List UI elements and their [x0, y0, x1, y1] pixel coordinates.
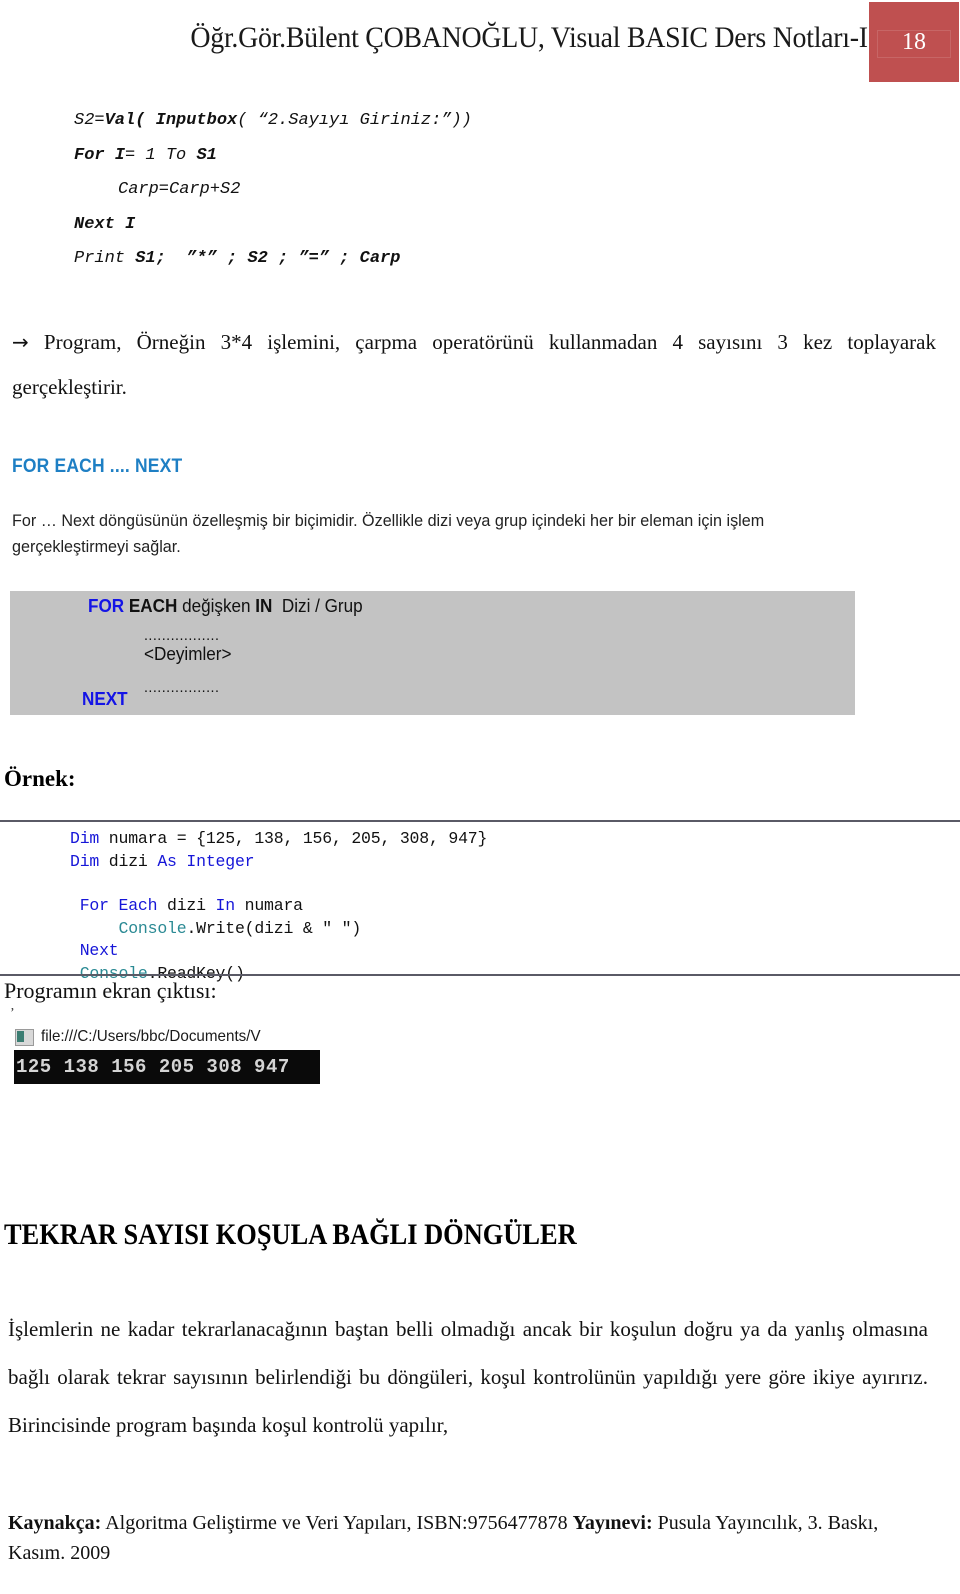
vb-l2-kw: Dim	[70, 851, 100, 871]
console-title-text: file:///C:/Users/bbc/Documents/V	[41, 1028, 261, 1045]
vb-l3-rest: numara	[234, 896, 303, 915]
basic-code-l5-m1	[166, 249, 186, 268]
right-arrow-icon: →	[12, 330, 29, 354]
vb-code-listing: Dim numara = {125, 138, 156, 205, 308, 9…	[70, 828, 487, 985]
basic-code-line-4: Next I	[74, 215, 135, 234]
basic-code-l1-rest: ( “2.Sayıyı Giriniz:”))	[237, 111, 472, 130]
syntax-kw-each: EACH	[128, 596, 178, 616]
syntax-line-header: FOR EACH değişken IN Dizi / Grup	[88, 596, 363, 617]
vb-l2-mid: dizi	[99, 851, 158, 871]
basic-code-l5-b1: S1;	[135, 249, 166, 268]
basic-code-line-3: Carp=Carp+S2	[74, 180, 240, 199]
vb-l1-kw: Dim	[70, 829, 100, 848]
syntax-variable: değişken	[177, 596, 256, 616]
footer-label-kaynakca: Kaynakça:	[8, 1512, 102, 1534]
arrow-paragraph: → Program, Örneğin 3*4 işlemini, çarpma …	[12, 320, 936, 410]
syntax-kw-in: IN	[255, 596, 273, 616]
syntax-line-next: NEXT	[82, 689, 128, 710]
syntax-dots-bottom: .................	[144, 679, 220, 696]
console-title-bar: file:///C:/Users/bbc/Documents/V	[14, 1024, 320, 1050]
vb-l5-kw: Next	[79, 941, 119, 960]
basic-code-l3-text: Carp=Carp+S2	[118, 180, 241, 199]
code-block-rule-top	[0, 820, 960, 822]
vb-code-line-2: Dim dizi As Integer	[70, 851, 255, 871]
basic-code-line-1: S2=Val( Inputbox( “2.Sayıyı Giriniz:”))	[74, 111, 472, 130]
vb-code-line-3: For Each dizi In numara	[70, 896, 303, 915]
console-output-area: 125 138 156 205 308 947	[14, 1050, 320, 1084]
page-header: Öğr.Gör.Bülent ÇOBANOĞLU, Visual BASIC D…	[0, 0, 960, 86]
syntax-dots-top: .................	[144, 627, 220, 644]
footer-source-text: Algoritma Geliştirme ve Veri Yapıları, I…	[101, 1512, 573, 1534]
footer-label-yayinevi: Yayınevi:	[572, 1512, 653, 1534]
vb-l3-mid: dizi	[157, 896, 216, 915]
ornek-heading: Örnek:	[4, 766, 76, 791]
basic-code-l2-mid: = 1 To	[125, 145, 197, 165]
for-each-description: For … Next döngüsünün özelleşmiş bir biç…	[12, 511, 765, 556]
console-window-icon	[15, 1028, 34, 1046]
basic-code-l1-bold: Val( Inputbox	[104, 111, 238, 130]
vb-l4-class: Console	[118, 918, 187, 938]
body-paragraph: İşlemlerin ne kadar tekrarlanacağının ba…	[8, 1317, 928, 1437]
vb-code-line-5: Next	[70, 941, 119, 960]
basic-code-line-2: For I= 1 To S1	[74, 146, 217, 165]
basic-code-l4-bold: Next I	[74, 214, 136, 234]
console-screenshot: file:///C:/Users/bbc/Documents/V 125 138…	[14, 1024, 320, 1084]
output-caption: Programın ekran çıktısı:	[4, 978, 217, 1003]
arrow-paragraph-text: Program, Örneğin 3*4 işlemini, çarpma op…	[12, 330, 936, 399]
vb-l1-rest: numara = {125, 138, 156, 205, 308, 947}	[99, 829, 488, 848]
basic-code-l1-plain: S2=	[74, 111, 105, 130]
syntax-statements: <Deyimler>	[144, 644, 232, 664]
page-number-text: 18	[902, 28, 926, 55]
basic-code-l5-b2: ”*” ;	[186, 249, 248, 268]
vb-l2-kw2: As Integer	[157, 851, 255, 871]
for-each-heading: FOR EACH .... NEXT	[12, 456, 183, 477]
syntax-kw-next: NEXT	[82, 689, 128, 709]
vb-l4-rest: .Write(dizi & " ")	[186, 918, 362, 938]
basic-code-l2-bold1: For I	[74, 145, 126, 165]
vb-code-line-1: Dim numara = {125, 138, 156, 205, 308, 9…	[70, 829, 487, 848]
code-block-rule-bottom	[0, 974, 960, 976]
page-number-badge: 18	[869, 2, 959, 82]
basic-code-listing: S2=Val( Inputbox( “2.Sayıyı Giriniz:”)) …	[74, 104, 674, 277]
syntax-collection: Dizi / Grup	[272, 596, 363, 616]
vb-l3-kw2: In	[215, 896, 236, 915]
vb-code-blank-line	[70, 873, 487, 895]
syntax-box: FOR EACH değişken IN Dizi / Grup .......…	[10, 591, 855, 715]
syntax-kw-for: FOR	[88, 596, 129, 616]
page-title: Öğr.Gör.Bülent ÇOBANOĞLU, Visual BASIC D…	[190, 21, 868, 54]
vb-l3-kw: For Each	[79, 896, 158, 915]
basic-code-l5-b3: S2 ; ”=” ; Carp	[247, 249, 401, 268]
section-heading-tekrar-sayisi: TEKRAR SAYISI KOŞULA BAĞLI DÖNGÜLER	[4, 1218, 577, 1251]
stray-tick-mark: ʼ	[10, 1006, 15, 1021]
console-output-text: 125 138 156 205 308 947	[16, 1056, 290, 1078]
page-footer: Kaynakça: Algoritma Geliştirme ve Veri Y…	[8, 1508, 928, 1568]
basic-code-l2-bold2: S1	[196, 145, 217, 165]
basic-code-l5-plain: Print	[74, 249, 136, 268]
vb-code-line-4: Console.Write(dizi & " ")	[70, 918, 362, 938]
basic-code-line-5: Print S1; ”*” ; S2 ; ”=” ; Carp	[74, 249, 400, 268]
